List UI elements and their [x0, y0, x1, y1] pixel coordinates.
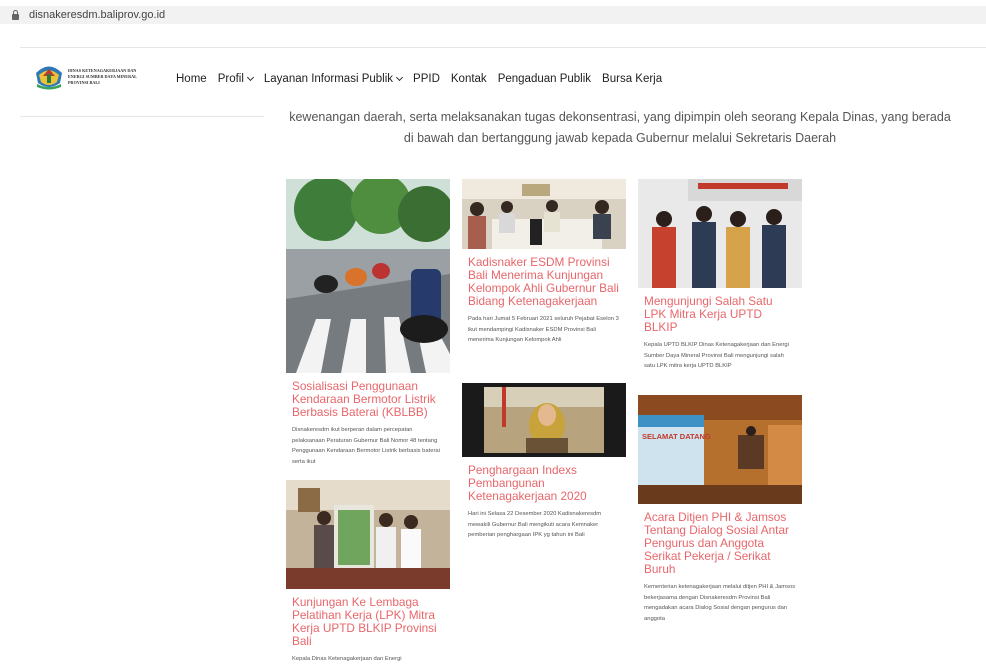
- nav-pengaduan-publik[interactable]: Pengaduan Publik: [498, 73, 591, 85]
- header-divider: [20, 47, 986, 48]
- post-excerpt: Hari ini Selasa 22 Desember 2020 Kadisna…: [468, 511, 602, 538]
- nav-label: Profil: [217, 73, 244, 85]
- url-text[interactable]: disnakeresdm.baliprov.go.id: [29, 9, 165, 21]
- post-thumbnail[interactable]: [286, 179, 450, 373]
- post-title-link[interactable]: Sosialisasi Penggunaan Kendaraan Bermoto…: [292, 380, 444, 419]
- site-logo[interactable]: DINAS KETENAGAKERJAAN DAN ENERGI SUMBER …: [33, 63, 143, 91]
- post-card: Kunjungan Ke Lembaga Pelatihan Kerja (LP…: [286, 480, 450, 665]
- post-thumbnail[interactable]: [638, 179, 802, 288]
- post-card: Penghargaan Indexs Pembangunan Ketenagak…: [462, 383, 626, 541]
- main-nav: Home Profil Layanan Informasi Publik PPI…: [176, 73, 673, 85]
- nav-label: Pengaduan Publik: [497, 73, 592, 85]
- post-card: Kadisnaker ESDM Provinsi Bali Menerima K…: [462, 179, 626, 346]
- post-thumbnail[interactable]: [286, 480, 450, 589]
- address-bar[interactable]: disnakeresdm.baliprov.go.id: [0, 6, 986, 24]
- lock-icon: [12, 10, 19, 20]
- nav-label: Home: [176, 73, 207, 85]
- post-excerpt: Disnakeresdm ikut berperan dalam percepa…: [292, 427, 440, 465]
- nav-label: Bursa Kerja: [602, 73, 663, 85]
- nav-label: Layanan Informasi Publik: [263, 73, 394, 85]
- post-title-link[interactable]: Acara Ditjen PHI & Jamsos Tentang Dialog…: [644, 511, 796, 576]
- welcome-sign-text: SELAMAT DATANG: [642, 432, 711, 441]
- post-title-link[interactable]: Kunjungan Ke Lembaga Pelatihan Kerja (LP…: [292, 596, 444, 648]
- nav-ppid[interactable]: PPID: [413, 73, 440, 85]
- post-excerpt: Kepala UPTD BLKIP Dinas Ketenagakerjaan …: [644, 342, 789, 369]
- nav-bursa-kerja[interactable]: Bursa Kerja: [602, 73, 662, 85]
- nav-label: PPID: [413, 73, 440, 85]
- nav-divider: [20, 116, 264, 117]
- post-excerpt: Pada hari Jumat 5 Februari 2021 seluruh …: [468, 316, 619, 343]
- intro-line: kewenangan daerah, serta melaksanakan tu…: [289, 110, 951, 124]
- chevron-down-icon: [395, 73, 404, 82]
- post-title-link[interactable]: Penghargaan Indexs Pembangunan Ketenagak…: [468, 464, 620, 503]
- nav-kontak[interactable]: Kontak: [451, 73, 487, 85]
- post-thumbnail[interactable]: SELAMAT DATANG: [638, 395, 802, 504]
- post-title-link[interactable]: Mengunjungi Salah Satu LPK Mitra Kerja U…: [644, 295, 796, 334]
- intro-paragraph: kewenangan daerah, serta melaksanakan tu…: [270, 107, 970, 149]
- logo-line: PROVINSI BALI: [68, 80, 100, 85]
- post-title-link[interactable]: Kadisnaker ESDM Provinsi Bali Menerima K…: [468, 256, 620, 308]
- nav-home[interactable]: Home: [176, 73, 207, 85]
- chevron-down-icon: [246, 73, 254, 82]
- logo-text: DINAS KETENAGAKERJAAN DAN ENERGI SUMBER …: [68, 68, 143, 86]
- intro-line: di bawah dan bertanggung jawab kepada Gu…: [403, 131, 837, 145]
- post-card: Mengunjungi Salah Satu LPK Mitra Kerja U…: [638, 179, 802, 372]
- nav-profil[interactable]: Profil: [217, 73, 254, 85]
- post-card: SELAMAT DATANG Acara Ditjen PHI & Jamsos…: [638, 395, 802, 624]
- nav-layanan-informasi-publik[interactable]: Layanan Informasi Publik: [263, 73, 404, 85]
- nav-label: Kontak: [450, 73, 487, 85]
- bali-crest-icon: [36, 66, 62, 90]
- post-excerpt: Kementerian ketenagakerjaan melalui ditj…: [644, 584, 796, 622]
- post-excerpt: Kepala Dinas Ketenagakerjaan dan Energi: [292, 656, 402, 662]
- post-thumbnail[interactable]: [462, 383, 626, 457]
- post-thumbnail[interactable]: [462, 179, 626, 249]
- post-card: Sosialisasi Penggunaan Kendaraan Bermoto…: [286, 179, 450, 467]
